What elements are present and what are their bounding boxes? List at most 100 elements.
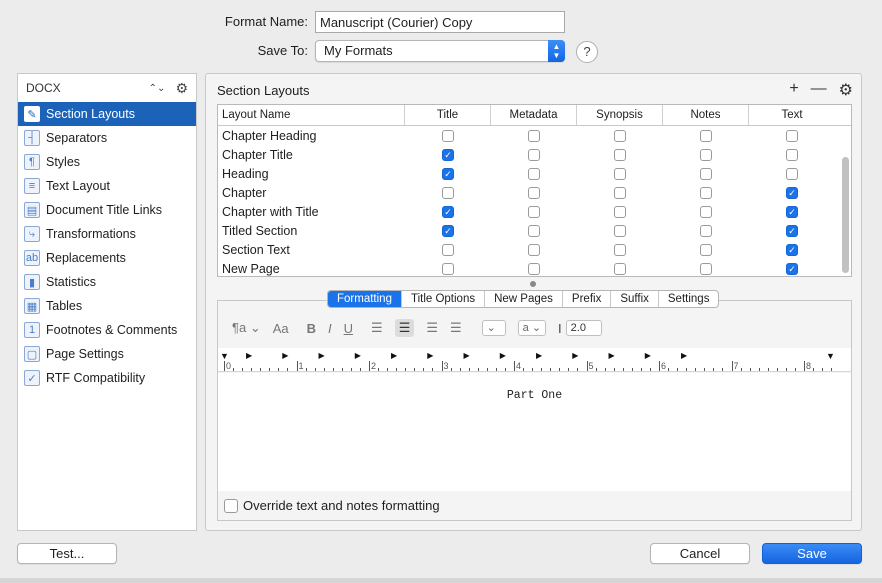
indent-marker-icon[interactable]: ▼ xyxy=(220,351,229,361)
tab-stop-marker-icon[interactable]: ▶ xyxy=(427,351,433,360)
italic-button[interactable]: I xyxy=(328,321,332,336)
tab-stop-marker-icon[interactable]: ▶ xyxy=(645,351,651,360)
checkbox-metadata[interactable] xyxy=(528,224,540,237)
checkbox-synopsis[interactable] xyxy=(614,186,626,199)
tab-stop-marker-icon[interactable]: ▶ xyxy=(246,351,252,360)
table-row[interactable]: Chapter Title ✓ xyxy=(218,145,851,164)
checkbox-synopsis[interactable] xyxy=(614,129,626,142)
checkbox-synopsis[interactable] xyxy=(614,167,626,180)
line-spacing-stepper[interactable]: 2.0 xyxy=(565,320,602,336)
sidebar-item-replacements[interactable]: ab Replacements xyxy=(18,246,196,270)
tab-stop-marker-icon[interactable]: ▶ xyxy=(282,351,288,360)
paragraph-style-button[interactable]: ¶a ⌄ xyxy=(232,320,261,336)
checkbox-notes[interactable] xyxy=(700,129,712,142)
add-icon[interactable]: + xyxy=(789,80,798,100)
tab-stop-marker-icon[interactable]: ▶ xyxy=(536,351,542,360)
column-header-synopsis[interactable]: Synopsis xyxy=(577,105,663,125)
checkbox-notes[interactable] xyxy=(700,224,712,237)
checkbox-text[interactable] xyxy=(786,148,798,161)
checkbox-title[interactable]: ✓ xyxy=(442,167,454,180)
tab-stop-marker-icon[interactable]: ▶ xyxy=(500,351,506,360)
checkbox-notes[interactable] xyxy=(700,167,712,180)
sidebar-item-transformations[interactable]: ⤷ Transformations xyxy=(18,222,196,246)
checkbox-title[interactable]: ✓ xyxy=(442,224,454,237)
table-row[interactable]: Section Text ✓ xyxy=(218,240,851,259)
tab-stop-marker-icon[interactable]: ▶ xyxy=(609,351,615,360)
checkbox-notes[interactable] xyxy=(700,243,712,256)
table-row[interactable]: Chapter with Title ✓ ✓ xyxy=(218,202,851,221)
tab-stop-marker-icon[interactable]: ▶ xyxy=(464,351,470,360)
preview-area[interactable]: Part One xyxy=(218,373,851,491)
gear-icon[interactable]: ⚙ xyxy=(175,80,188,97)
table-scrollbar[interactable] xyxy=(842,157,849,273)
save-button[interactable]: Save xyxy=(762,543,862,564)
checkbox-title[interactable] xyxy=(442,129,454,142)
tab-stop-marker-icon[interactable]: ▶ xyxy=(681,351,687,360)
sidebar-item-rtf-compatibility[interactable]: ✓ RTF Compatibility xyxy=(18,366,196,390)
right-margin-marker-icon[interactable]: ▼ xyxy=(826,351,835,361)
format-type-selector[interactable]: DOCX ⌃⌄ ⚙ xyxy=(18,74,196,102)
checkbox-text[interactable]: ✓ xyxy=(786,186,798,199)
sidebar-item-separators[interactable]: ┤ Separators xyxy=(18,126,196,150)
tab-stop-marker-icon[interactable]: ▶ xyxy=(355,351,361,360)
checkbox-metadata[interactable] xyxy=(528,186,540,199)
column-header-notes[interactable]: Notes xyxy=(663,105,749,125)
char-style-popup[interactable]: a ⌄ xyxy=(517,320,547,336)
table-row[interactable]: Chapter ✓ xyxy=(218,183,851,202)
checkbox-notes[interactable] xyxy=(700,262,712,275)
font-button[interactable]: Aa xyxy=(273,321,289,336)
checkbox-title[interactable]: ✓ xyxy=(442,148,454,161)
sidebar-item-section-layouts[interactable]: ✎ Section Layouts xyxy=(18,102,196,126)
checkbox-title[interactable] xyxy=(442,186,454,199)
sidebar-item-styles[interactable]: ¶ Styles xyxy=(18,150,196,174)
checkbox-text[interactable] xyxy=(786,167,798,180)
split-handle[interactable] xyxy=(530,281,536,287)
format-name-field[interactable] xyxy=(315,11,565,33)
checkbox-title[interactable]: ✓ xyxy=(442,205,454,218)
override-checkbox[interactable] xyxy=(224,498,238,513)
cancel-button[interactable]: Cancel xyxy=(650,543,750,564)
checkbox-metadata[interactable] xyxy=(528,148,540,161)
remove-icon[interactable]: — xyxy=(811,80,827,100)
tab-stop-marker-icon[interactable]: ▶ xyxy=(572,351,578,360)
text-color-popup[interactable]: ⌄ xyxy=(481,320,506,336)
checkbox-metadata[interactable] xyxy=(528,262,540,275)
checkbox-notes[interactable] xyxy=(700,205,712,218)
tab-new-pages[interactable]: New Pages xyxy=(485,291,563,307)
checkbox-notes[interactable] xyxy=(700,186,712,199)
tab-stop-marker-icon[interactable]: ▶ xyxy=(319,351,325,360)
tab-prefix[interactable]: Prefix xyxy=(563,291,612,307)
gear-icon[interactable]: ⚙ xyxy=(839,80,853,100)
checkbox-synopsis[interactable] xyxy=(614,262,626,275)
table-row[interactable]: Chapter Heading xyxy=(218,126,851,145)
checkbox-synopsis[interactable] xyxy=(614,243,626,256)
checkbox-synopsis[interactable] xyxy=(614,148,626,161)
sidebar-item-footnotes-comments[interactable]: 1 Footnotes & Comments xyxy=(18,318,196,342)
tab-title-options[interactable]: Title Options xyxy=(402,291,486,307)
sidebar-item-tables[interactable]: ▦ Tables xyxy=(18,294,196,318)
tab-suffix[interactable]: Suffix xyxy=(611,291,659,307)
checkbox-synopsis[interactable] xyxy=(614,224,626,237)
checkbox-text[interactable]: ✓ xyxy=(786,262,798,275)
checkbox-metadata[interactable] xyxy=(528,205,540,218)
tab-settings[interactable]: Settings xyxy=(659,291,719,307)
override-option[interactable]: Override text and notes formatting xyxy=(224,498,440,513)
align-left-icon[interactable]: ☰ xyxy=(371,320,383,336)
justify-icon[interactable]: ☰ xyxy=(450,320,462,336)
checkbox-text[interactable]: ✓ xyxy=(786,205,798,218)
checkbox-text[interactable]: ✓ xyxy=(786,243,798,256)
tab-formatting[interactable]: Formatting xyxy=(328,291,402,307)
sidebar-item-page-settings[interactable]: ▢ Page Settings xyxy=(18,342,196,366)
checkbox-notes[interactable] xyxy=(700,148,712,161)
ruler[interactable]: 0 1 2 3 4 5 6 7 8 ▶ ▶ ▶ ▶ ▶ ▶ ▶ ▶ ▶ ▶ ▶ ▶ ▶ ▼ ▼ xyxy=(218,348,851,372)
checkbox-synopsis[interactable] xyxy=(614,205,626,218)
checkbox-metadata[interactable] xyxy=(528,167,540,180)
test-button[interactable]: Test... xyxy=(17,543,117,564)
checkbox-metadata[interactable] xyxy=(528,129,540,142)
tab-stop-marker-icon[interactable]: ▶ xyxy=(391,351,397,360)
underline-button[interactable]: U xyxy=(344,321,353,336)
table-row[interactable]: Titled Section ✓ ✓ xyxy=(218,221,851,240)
table-row[interactable]: New Page ✓ xyxy=(218,259,851,278)
checkbox-text[interactable]: ✓ xyxy=(786,224,798,237)
checkbox-title[interactable] xyxy=(442,243,454,256)
